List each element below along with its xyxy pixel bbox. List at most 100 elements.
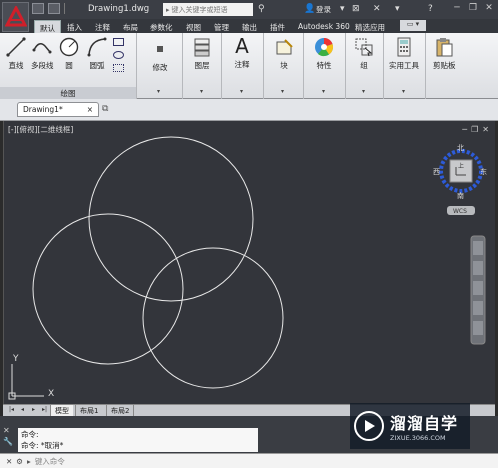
search-placeholder: 键入关键字或短语 (171, 5, 228, 14)
close-icon[interactable]: ✕ (3, 426, 15, 435)
line-button[interactable]: 直线 (5, 36, 27, 71)
more-icon[interactable]: ▾ (395, 4, 400, 14)
viewcube-south: 南 (457, 191, 464, 200)
hatch-icon[interactable] (113, 64, 124, 72)
drawing-area[interactable]: [-][俯视][二维线框] ─ ❐ ✕ Y X 北 南 东 西 上 WCS (3, 121, 495, 404)
command-input[interactable]: ✕ ⚙ ▸ 键入命令 (0, 453, 498, 468)
wrench-icon[interactable]: 🔧 (3, 437, 15, 446)
drawn-circle[interactable] (142, 247, 284, 389)
clipboard-button[interactable]: 剪贴板 (433, 36, 456, 71)
draw-group: 直线 多段线 圆 圆弧 绘图 (0, 33, 137, 99)
polyline-button[interactable]: 多段线 (31, 36, 54, 71)
command-side-controls: ✕ 🔧 (3, 426, 15, 456)
tab-layout2[interactable]: 布局2 (106, 405, 135, 416)
quick-access-toolbar (32, 3, 65, 14)
drawn-circle[interactable] (88, 136, 254, 302)
binoculars-icon[interactable]: ⚲ (258, 4, 265, 14)
block-dropdown-icon[interactable]: ▾ (281, 88, 284, 95)
viewcube-north: 北 (457, 144, 464, 152)
clipboard-icon (433, 36, 455, 58)
exchange-icon[interactable]: ⊠ (352, 4, 360, 14)
connect-icon[interactable]: ✕ (373, 4, 381, 14)
layers-button[interactable]: 图层 (191, 36, 213, 71)
utilities-group: 实用工具 ▾ (384, 33, 426, 99)
watermark-url: ZIXUE.3066.COM (390, 434, 446, 442)
tab-layout[interactable]: 布局 (123, 20, 138, 33)
search-input[interactable]: ▸ 键入关键字或短语 (163, 3, 253, 16)
close-icon[interactable]: ✕ (482, 2, 496, 14)
first-tab-icon[interactable]: |◂ (7, 406, 16, 415)
ellipse-icon[interactable] (113, 51, 124, 59)
autocad-logo-icon (4, 6, 27, 27)
login-button[interactable]: 登录 (316, 4, 331, 15)
utilities-button[interactable]: 实用工具 (389, 36, 419, 71)
last-tab-icon[interactable]: ▸| (40, 406, 49, 415)
watermark-title: 溜溜自学 (390, 414, 459, 433)
arc-button[interactable]: 圆弧 (86, 36, 108, 71)
tab-parametric[interactable]: 参数化 (150, 20, 173, 33)
close-icon[interactable]: × (87, 105, 93, 114)
tab-plugins[interactable]: 插件 (270, 20, 285, 33)
tab-output[interactable]: 输出 (242, 20, 257, 33)
drawn-circle[interactable] (32, 213, 184, 365)
arc-icon (86, 36, 108, 58)
groups-group: 组 ▾ (346, 33, 384, 99)
new-tab-icon[interactable]: ⧉ (102, 104, 118, 116)
groups-button[interactable]: 组 (353, 36, 375, 71)
user-icon[interactable]: 👤 (304, 4, 315, 14)
properties-button[interactable]: 特性 (313, 36, 335, 71)
annotation-button[interactable]: A 注释 (231, 34, 253, 70)
tab-annotate[interactable]: 注释 (95, 20, 110, 33)
command-history-line: 命令: *取消* (21, 441, 64, 450)
insert-block-icon (273, 36, 295, 58)
document-tab[interactable]: Drawing1* × (17, 102, 99, 117)
prev-tab-icon[interactable]: ◂ (18, 406, 27, 415)
ucs-icon (8, 364, 44, 400)
ribbon-tab-bar: 默认 插入 注释 布局 参数化 视图 管理 输出 插件 Autodesk 360… (0, 19, 498, 33)
viewcube-east: 东 (480, 167, 487, 176)
draw-small-tools (113, 38, 124, 72)
tab-view[interactable]: 视图 (186, 20, 201, 33)
new-file-icon[interactable] (32, 3, 44, 14)
command-history-line: 命令: (21, 430, 39, 439)
restore-icon[interactable]: ❐ (466, 2, 480, 14)
wrench-icon[interactable]: ⚙ (16, 457, 23, 466)
ribbon-panel: 直线 多段线 圆 圆弧 绘图 修改 ▾ 图层 ▾ A 注释 ▾ 块 ▾ 特性 ▾… (0, 33, 498, 99)
tab-model[interactable]: 模型 (50, 405, 73, 416)
viewcube-west: 西 (433, 168, 440, 176)
annotation-dropdown-icon[interactable]: ▾ (240, 88, 243, 95)
tab-featured-apps[interactable]: 精选应用 (355, 20, 385, 33)
application-menu-button[interactable] (2, 2, 29, 32)
minimize-icon[interactable]: ─ (450, 2, 464, 14)
modify-button[interactable]: 修改 (149, 38, 171, 73)
tab-manage[interactable]: 管理 (214, 20, 229, 33)
wcs-label: WCS (453, 208, 467, 215)
navigation-bar[interactable] (470, 235, 486, 345)
utilities-dropdown-icon[interactable]: ▾ (402, 88, 405, 95)
title-bar: Drawing1.dwg ▸ 键入关键字或短语 ⚲ 👤 登录 ▾ ⊠ ✕ ▾ ?… (0, 0, 498, 32)
rectangle-icon[interactable] (113, 38, 124, 46)
tab-insert[interactable]: 插入 (67, 20, 82, 33)
viewcube[interactable] (439, 149, 483, 193)
tab-default[interactable]: 默认 (34, 20, 61, 33)
clipboard-group: 剪贴板 (426, 33, 468, 99)
close-icon[interactable]: ✕ (6, 457, 12, 466)
next-tab-icon[interactable]: ▸ (29, 406, 38, 415)
help-icon[interactable]: ? (428, 4, 433, 14)
search-icon: ▸ (166, 5, 170, 14)
tab-layout1[interactable]: 布局1 (75, 405, 102, 416)
ribbon-minimize-button[interactable]: ▭ ▾ (400, 20, 426, 31)
properties-dropdown-icon[interactable]: ▾ (322, 88, 325, 95)
groups-dropdown-icon[interactable]: ▾ (362, 88, 365, 95)
tab-autodesk360[interactable]: Autodesk 360 (298, 20, 350, 33)
open-file-icon[interactable] (48, 3, 60, 14)
window-title: Drawing1.dwg (88, 4, 150, 14)
layers-dropdown-icon[interactable]: ▾ (200, 88, 203, 95)
draw-group-caption[interactable]: 绘图 (0, 87, 136, 99)
dropdown-icon[interactable]: ▾ (340, 4, 345, 14)
block-button[interactable]: 块 (273, 36, 295, 71)
watermark-text: 溜溜自学 ZIXUE.3066.COM (390, 410, 458, 442)
modify-dropdown-icon[interactable]: ▾ (157, 88, 160, 95)
circle-button[interactable]: 圆 (58, 36, 80, 71)
circle-icon (58, 36, 80, 58)
